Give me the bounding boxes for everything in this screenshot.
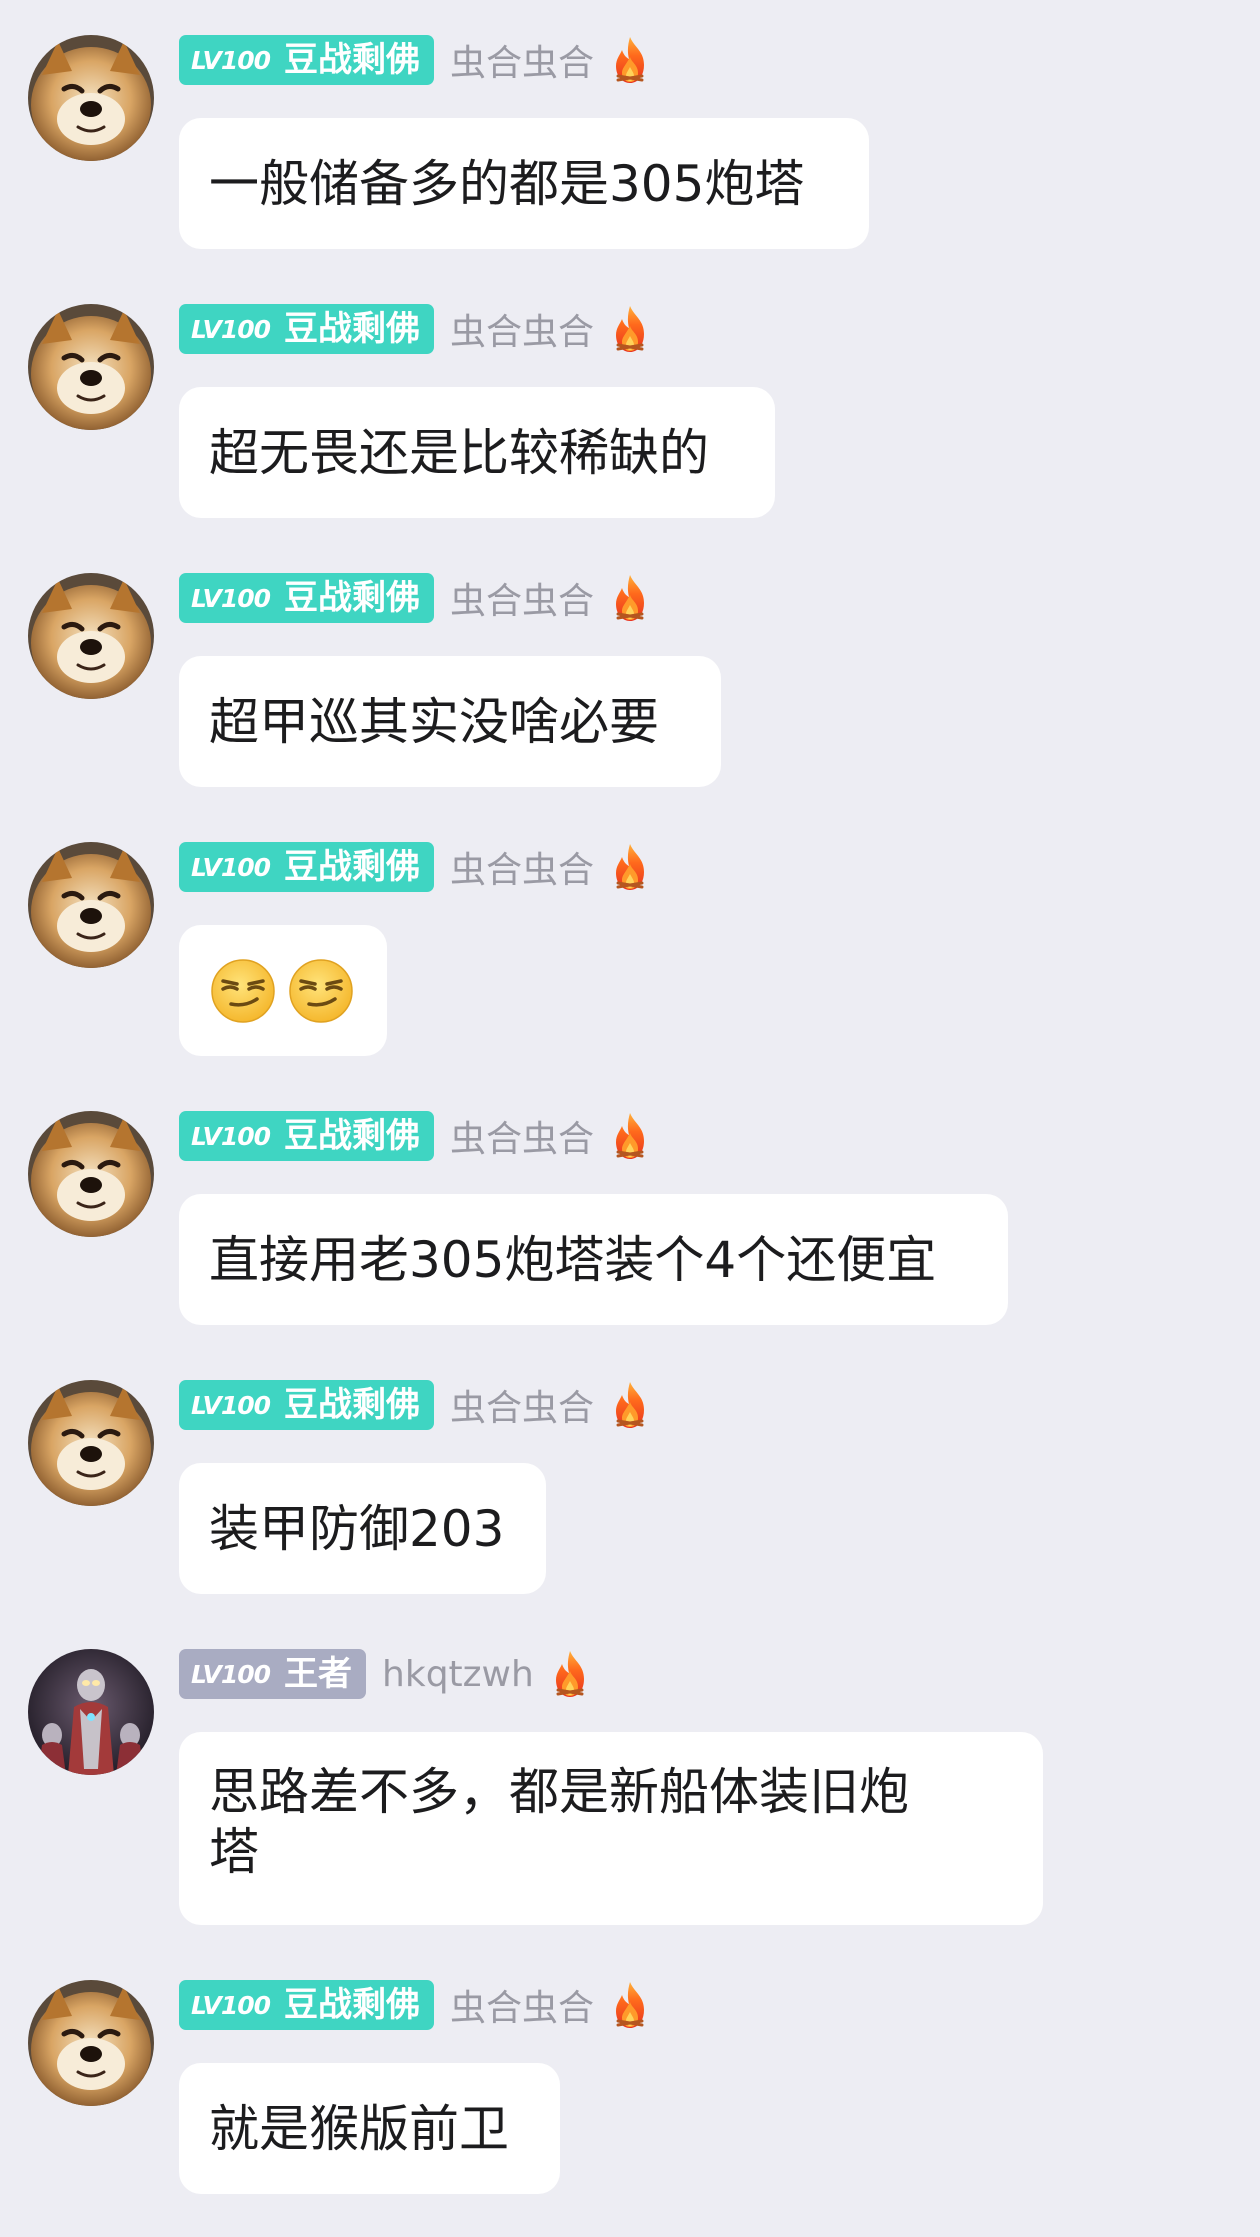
message-bubble[interactable]: 超无畏还是比较稀缺的 bbox=[179, 387, 775, 518]
fire-icon bbox=[616, 1982, 645, 2028]
user-avatar[interactable] bbox=[28, 1980, 154, 2106]
user-title: 豆战剩佛 bbox=[284, 847, 421, 887]
chat-message: LV100 豆战剩佛 虫合虫合 就是猴版前卫 bbox=[0, 1980, 1260, 2194]
message-header: LV100 豆战剩佛 虫合虫合 bbox=[179, 573, 652, 623]
message-text: 超甲巡其实没啥必要 bbox=[209, 692, 659, 751]
level-label: LV100 bbox=[191, 1390, 271, 1420]
message-text: 思路差不多，都是新船体装旧炮 塔 bbox=[209, 1763, 909, 1881]
message-bubble[interactable] bbox=[179, 925, 387, 1056]
message-header: LV100 豆战剩佛 虫合虫合 bbox=[179, 1380, 652, 1430]
user-title: 豆战剩佛 bbox=[284, 40, 421, 80]
username[interactable]: 虫合虫合 bbox=[450, 841, 594, 893]
message-text: 直接用老305炮塔装个4个还便宜 bbox=[209, 1230, 937, 1289]
username[interactable]: 虫合虫合 bbox=[450, 1979, 594, 2031]
user-avatar[interactable] bbox=[28, 304, 154, 430]
level-label: LV100 bbox=[191, 45, 271, 75]
message-header: LV100 豆战剩佛 虫合虫合 bbox=[179, 35, 652, 85]
user-avatar[interactable] bbox=[28, 1111, 154, 1237]
user-avatar[interactable] bbox=[28, 573, 154, 699]
message-header: LV100 豆战剩佛 虫合虫合 bbox=[179, 1980, 652, 2030]
fire-icon bbox=[616, 844, 645, 890]
message-bubble[interactable]: 超甲巡其实没啥必要 bbox=[179, 656, 721, 787]
level-label: LV100 bbox=[191, 583, 271, 613]
username[interactable]: 虫合虫合 bbox=[450, 34, 594, 86]
message-text: 就是猴版前卫 bbox=[209, 2099, 509, 2158]
username[interactable]: 虫合虫合 bbox=[450, 1379, 594, 1431]
level-badge: LV100 豆战剩佛 bbox=[179, 35, 435, 85]
chat-message: LV100 豆战剩佛 虫合虫合 超无畏还是比较稀缺的 bbox=[0, 304, 1260, 518]
level-badge: LV100 豆战剩佛 bbox=[179, 1380, 435, 1430]
message-bubble[interactable]: 直接用老305炮塔装个4个还便宜 bbox=[179, 1194, 1008, 1325]
emoji-row bbox=[209, 957, 355, 1025]
username[interactable]: 虫合虫合 bbox=[450, 572, 594, 624]
level-label: LV100 bbox=[191, 852, 271, 882]
username[interactable]: hkqtzwh bbox=[382, 1654, 534, 1695]
chat-message: LV100 王者 hkqtzwh 思路差不多，都是新船体装旧炮 塔 bbox=[0, 1649, 1260, 1925]
user-avatar[interactable] bbox=[28, 1649, 154, 1775]
fire-icon bbox=[616, 575, 645, 621]
chat-message: LV100 豆战剩佛 虫合虫合 装甲防御203 bbox=[0, 1380, 1260, 1594]
fire-icon bbox=[555, 1651, 584, 1697]
message-header: LV100 豆战剩佛 虫合虫合 bbox=[179, 1111, 652, 1161]
level-badge: LV100 豆战剩佛 bbox=[179, 304, 435, 354]
message-header: LV100 豆战剩佛 虫合虫合 bbox=[179, 842, 652, 892]
level-badge: LV100 豆战剩佛 bbox=[179, 842, 435, 892]
user-title: 王者 bbox=[284, 1654, 353, 1694]
chat-message: LV100 豆战剩佛 虫合虫合 直接用老305炮塔装个4个还便宜 bbox=[0, 1111, 1260, 1325]
user-avatar[interactable] bbox=[28, 842, 154, 968]
user-avatar[interactable] bbox=[28, 1380, 154, 1506]
level-badge: LV100 豆战剩佛 bbox=[179, 573, 435, 623]
chat-message: LV100 豆战剩佛 虫合虫合 bbox=[0, 842, 1260, 1056]
level-label: LV100 bbox=[191, 314, 271, 344]
message-bubble[interactable]: 思路差不多，都是新船体装旧炮 塔 bbox=[179, 1732, 1043, 1925]
level-label: LV100 bbox=[191, 1659, 271, 1689]
user-title: 豆战剩佛 bbox=[284, 1385, 421, 1425]
username[interactable]: 虫合虫合 bbox=[450, 1110, 594, 1162]
chat-message: LV100 豆战剩佛 虫合虫合 一般储备多的都是305炮塔 bbox=[0, 35, 1260, 249]
smirk-face-emoji bbox=[289, 958, 353, 1023]
user-avatar[interactable] bbox=[28, 35, 154, 161]
level-badge: LV100 王者 bbox=[179, 1649, 367, 1699]
level-badge: LV100 豆战剩佛 bbox=[179, 1980, 435, 2030]
fire-icon bbox=[616, 1113, 645, 1159]
level-label: LV100 bbox=[191, 1121, 271, 1151]
message-bubble[interactable]: 一般储备多的都是305炮塔 bbox=[179, 118, 869, 249]
message-text: 装甲防御203 bbox=[209, 1499, 505, 1558]
user-title: 豆战剩佛 bbox=[284, 1116, 421, 1156]
level-label: LV100 bbox=[191, 1990, 271, 2020]
username[interactable]: 虫合虫合 bbox=[450, 303, 594, 355]
message-text: 超无畏还是比较稀缺的 bbox=[209, 423, 709, 482]
message-bubble[interactable]: 就是猴版前卫 bbox=[179, 2063, 560, 2194]
smirk-face-emoji bbox=[211, 958, 275, 1023]
fire-icon bbox=[616, 1382, 645, 1428]
chat-message: LV100 豆战剩佛 虫合虫合 超甲巡其实没啥必要 bbox=[0, 573, 1260, 787]
fire-icon bbox=[616, 37, 645, 83]
user-title: 豆战剩佛 bbox=[284, 1985, 421, 2025]
message-header: LV100 豆战剩佛 虫合虫合 bbox=[179, 304, 652, 354]
user-title: 豆战剩佛 bbox=[284, 309, 421, 349]
fire-icon bbox=[616, 306, 645, 352]
message-bubble[interactable]: 装甲防御203 bbox=[179, 1463, 546, 1594]
level-badge: LV100 豆战剩佛 bbox=[179, 1111, 435, 1161]
message-header: LV100 王者 hkqtzwh bbox=[179, 1649, 592, 1699]
user-title: 豆战剩佛 bbox=[284, 578, 421, 618]
message-text: 一般储备多的都是305炮塔 bbox=[209, 154, 805, 213]
